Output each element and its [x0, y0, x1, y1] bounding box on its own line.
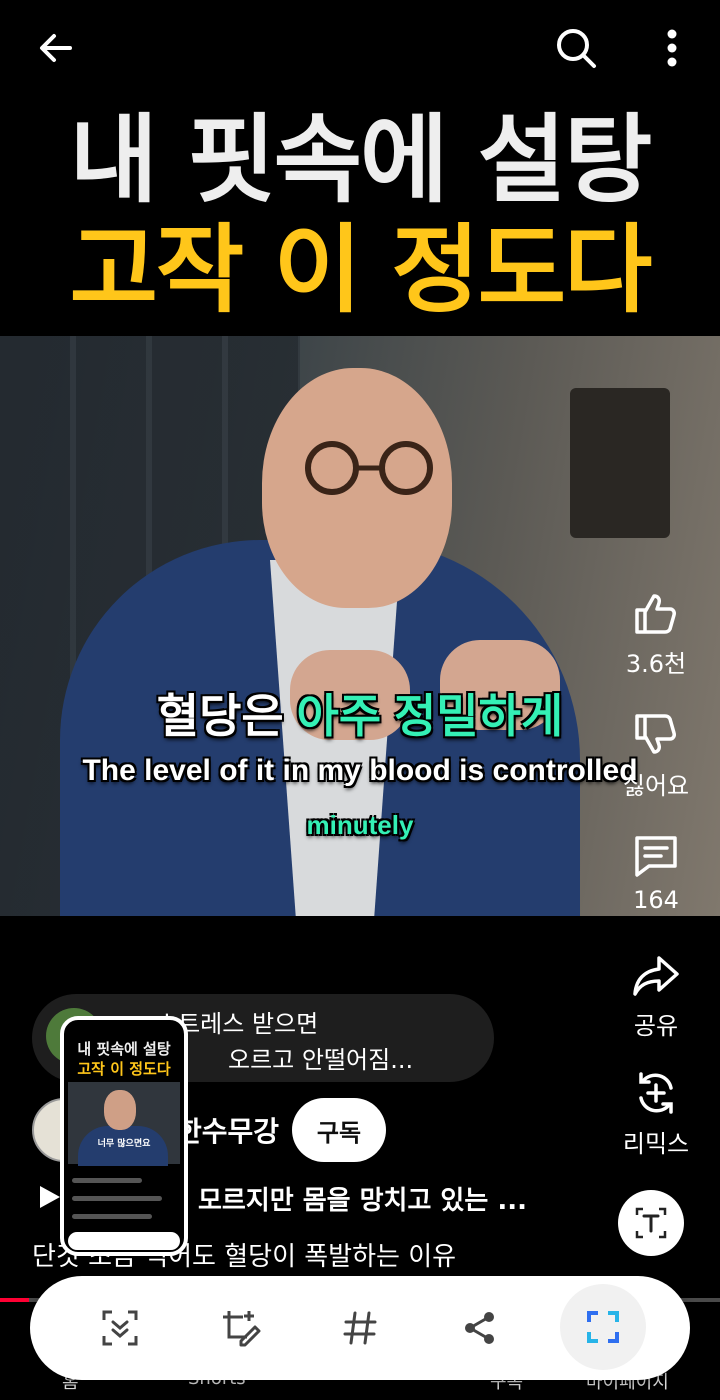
thumbs-down-icon	[635, 714, 676, 754]
like-button[interactable]: 3.6천	[606, 588, 706, 679]
more-vertical-icon	[667, 29, 677, 67]
channel-name[interactable]: 한수무강	[176, 1110, 279, 1150]
subtitle-korean-part2: 아주 정밀하게	[296, 690, 564, 742]
headline-line-1: 내 핏속에 설탕	[69, 104, 653, 216]
share-arrow-icon	[633, 956, 679, 996]
comment-count: 164	[633, 886, 679, 914]
back-button[interactable]	[30, 22, 82, 74]
preview-title-line-1: 내 핏속에 설탕	[77, 1040, 171, 1058]
scroll-capture-button[interactable]	[94, 1302, 146, 1354]
search-icon	[557, 29, 596, 68]
text-recognition-icon	[635, 1207, 667, 1239]
video-headline: 내 핏속에 설탕 고작 이 정도다	[0, 112, 720, 318]
preview-subtitle: 너무 많으면요	[97, 1139, 151, 1149]
progress-fill	[0, 1298, 29, 1302]
text-extract-button[interactable]	[618, 1190, 688, 1264]
dislike-button[interactable]: 싫어요	[606, 710, 706, 801]
share-label: 공유	[633, 1012, 679, 1040]
subscribe-button[interactable]: 구독	[292, 1098, 386, 1162]
remix-button[interactable]: 리믹스	[606, 1068, 706, 1159]
search-button[interactable]	[550, 22, 602, 74]
preview-title-line-2: 고작 이 정도다	[77, 1060, 171, 1078]
smart-select-icon	[587, 1311, 619, 1343]
capture-toolbar	[30, 1276, 690, 1380]
like-count: 3.6천	[625, 650, 687, 678]
subtitle-korean-part1: 혈당은	[156, 690, 284, 742]
comment-icon	[635, 836, 677, 877]
hashtag-icon	[343, 1311, 377, 1345]
crop-edit-icon	[223, 1311, 261, 1347]
background-lamp	[570, 388, 670, 538]
screenshot-preview-thumbnail[interactable]: 내 핏속에 설탕 고작 이 정도다 너무 많으면요	[60, 1016, 188, 1256]
scroll-capture-icon	[102, 1310, 138, 1346]
remix-label: 리믹스	[622, 1130, 690, 1158]
share-capture-button[interactable]	[454, 1302, 506, 1354]
preview-toolbar	[68, 1232, 180, 1250]
hashtag-button[interactable]	[334, 1302, 386, 1354]
play-icon[interactable]	[36, 1184, 62, 1210]
share-icon	[465, 1312, 494, 1344]
headline-line-2: 고작 이 정도다	[69, 214, 653, 326]
comments-button[interactable]: 164	[606, 830, 706, 914]
comment-line-2: 오르고 안떨어짐...	[228, 1046, 414, 1074]
dislike-label: 싫어요	[622, 772, 690, 800]
more-options-button[interactable]	[646, 22, 698, 74]
top-bar	[0, 0, 720, 96]
arrow-left-icon	[40, 34, 72, 62]
thumbs-up-icon	[635, 594, 676, 634]
crop-edit-button[interactable]	[214, 1302, 266, 1354]
share-button[interactable]: 공유	[606, 950, 706, 1041]
smart-select-button[interactable]	[560, 1284, 646, 1370]
audio-title[interactable]: 모르지만 몸을 망치고 있는 ...	[198, 1180, 527, 1217]
remix-icon	[639, 1072, 673, 1114]
